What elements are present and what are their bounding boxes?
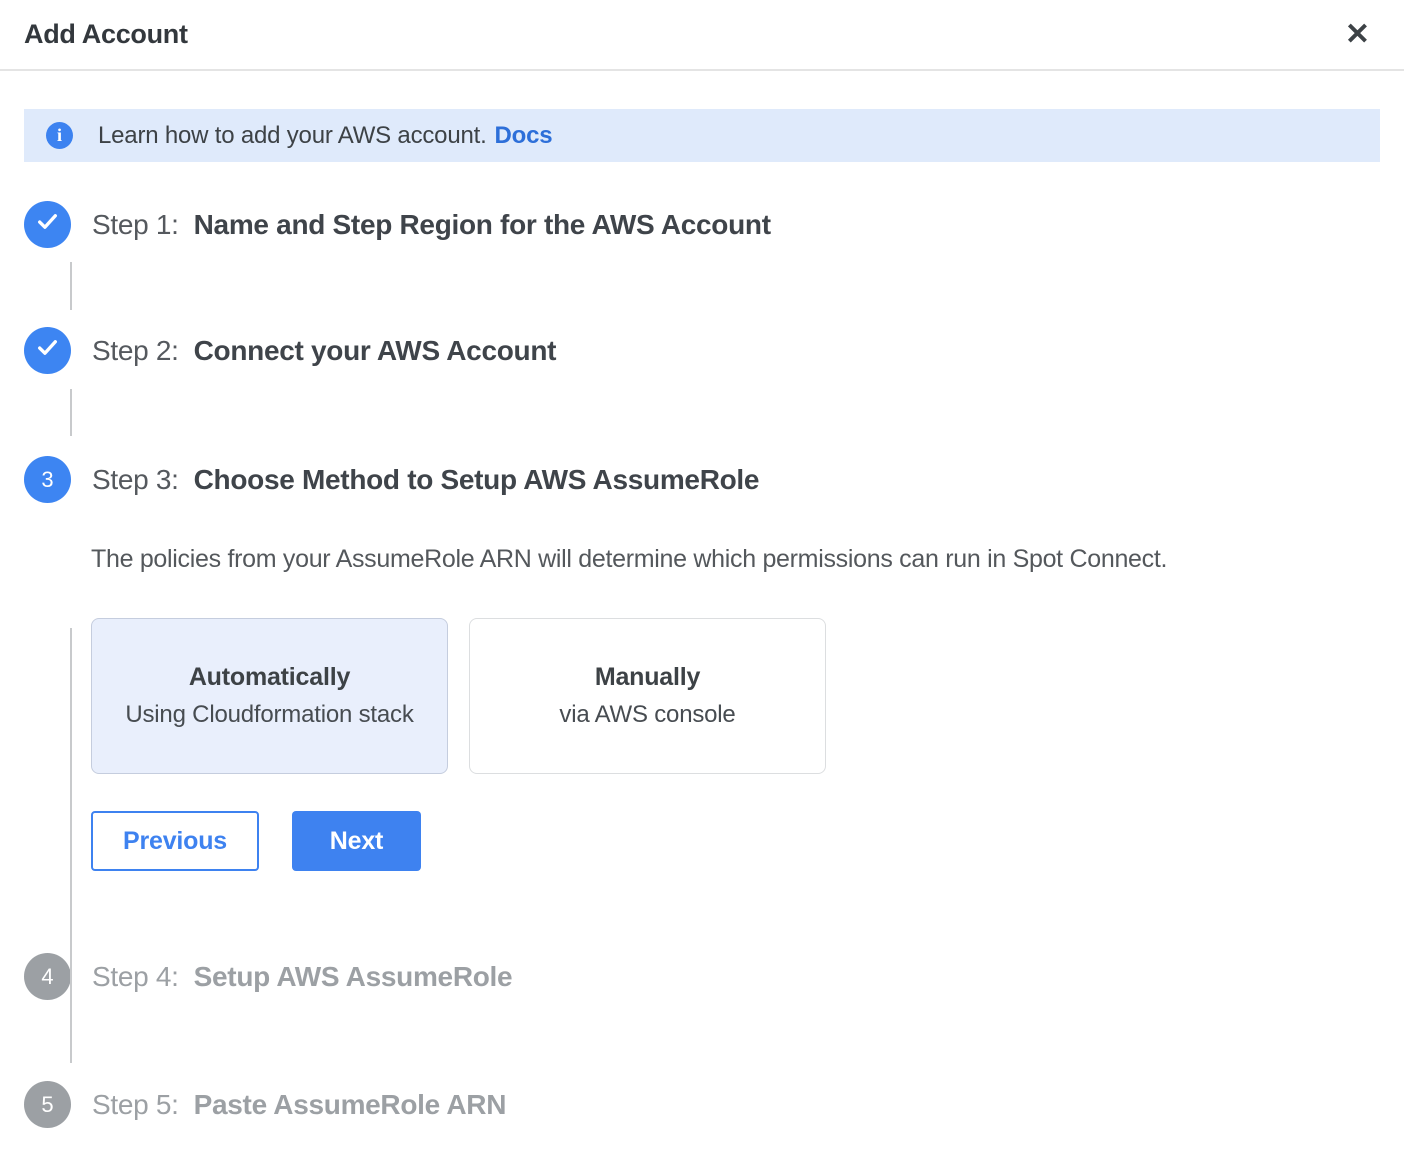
option-title: Automatically — [189, 663, 350, 692]
banner-text: Learn how to add your AWS account. — [98, 122, 487, 149]
step-1-texts: Step 1: Name and Step Region for the AWS… — [92, 209, 771, 241]
step-4-texts: Step 4: Setup AWS AssumeRole — [92, 961, 512, 993]
modal-body: i Learn how to add your AWS account. Docs… — [0, 109, 1404, 1128]
step-2-circle — [24, 327, 71, 374]
info-icon: i — [46, 122, 73, 149]
modal-title: Add Account — [24, 19, 188, 50]
step-row-3: 3 Step 3: Choose Method to Setup AWS Ass… — [24, 456, 1380, 503]
step-3-content: The policies from your AssumeRole ARN wi… — [91, 545, 1380, 871]
step-4-title: Setup AWS AssumeRole — [194, 961, 513, 993]
step-5-circle: 5 — [24, 1081, 71, 1128]
check-icon — [35, 209, 60, 240]
step-4-circle: 4 — [24, 953, 71, 1000]
step-3-title: Choose Method to Setup AWS AssumeRole — [194, 464, 760, 496]
step-3-description: The policies from your AssumeRole ARN wi… — [91, 545, 1380, 574]
connector-1-2 — [70, 262, 72, 310]
step-5-label: Step 5: — [92, 1089, 179, 1121]
step-row-2: Step 2: Connect your AWS Account — [24, 327, 1380, 374]
add-account-modal: Add Account ✕ i Learn how to add your AW… — [0, 0, 1404, 1159]
method-option-cards: Automatically Using Cloudformation stack… — [91, 618, 1380, 774]
option-card-manually[interactable]: Manually via AWS console — [469, 618, 826, 774]
step-5-texts: Step 5: Paste AssumeRole ARN — [92, 1089, 506, 1121]
step-3-texts: Step 3: Choose Method to Setup AWS Assum… — [92, 464, 759, 496]
option-subtitle: via AWS console — [559, 701, 735, 729]
step-1-circle — [24, 201, 71, 248]
step-1-title: Name and Step Region for the AWS Account — [194, 209, 771, 241]
step-2-texts: Step 2: Connect your AWS Account — [92, 335, 556, 367]
close-icon[interactable]: ✕ — [1341, 16, 1374, 54]
info-banner: i Learn how to add your AWS account. Docs — [24, 109, 1380, 162]
step-4-label: Step 4: — [92, 961, 179, 993]
modal-header: Add Account ✕ — [0, 0, 1404, 71]
step-1-label: Step 1: — [92, 209, 179, 241]
connector-3-4 — [70, 628, 72, 1054]
step-3-circle: 3 — [24, 456, 71, 503]
option-card-automatically[interactable]: Automatically Using Cloudformation stack — [91, 618, 448, 774]
check-icon — [35, 335, 60, 366]
step-row-4: 4 Step 4: Setup AWS AssumeRole — [24, 953, 1380, 1000]
next-button[interactable]: Next — [292, 811, 421, 871]
wizard-buttons: Previous Next — [91, 811, 1380, 871]
step-row-1: Step 1: Name and Step Region for the AWS… — [24, 201, 1380, 248]
step-5-title: Paste AssumeRole ARN — [194, 1089, 506, 1121]
step-row-5: 5 Step 5: Paste AssumeRole ARN — [24, 1081, 1380, 1128]
docs-link[interactable]: Docs — [495, 122, 553, 149]
connector-2-3 — [70, 389, 72, 436]
previous-button[interactable]: Previous — [91, 811, 259, 871]
option-subtitle: Using Cloudformation stack — [125, 701, 413, 729]
step-2-label: Step 2: — [92, 335, 179, 367]
step-3-label: Step 3: — [92, 464, 179, 496]
option-title: Manually — [595, 663, 700, 692]
step-2-title: Connect your AWS Account — [194, 335, 557, 367]
banner-text-wrap: Learn how to add your AWS account. Docs — [98, 122, 552, 150]
step-3-block: 3 Step 3: Choose Method to Setup AWS Ass… — [24, 456, 1380, 871]
